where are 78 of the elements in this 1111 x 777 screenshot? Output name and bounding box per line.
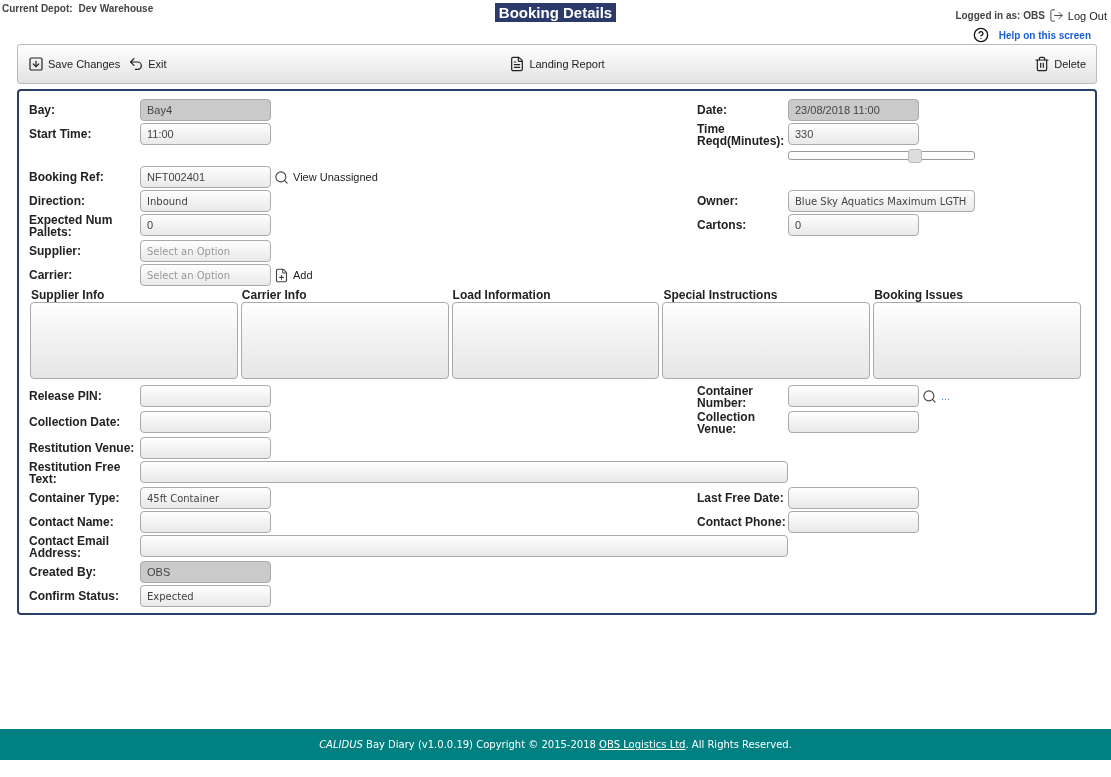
- field-label: Booking Ref:: [29, 169, 105, 186]
- dropdown-field[interactable]: Blue Sky Aquatics Maximum LGTH: [788, 190, 975, 212]
- delete-button[interactable]: Delete: [1034, 56, 1086, 72]
- help-link[interactable]: Help on this screen: [998, 29, 1091, 41]
- search-icon[interactable]: [922, 388, 937, 404]
- input-field[interactable]: 330: [788, 123, 919, 145]
- field-label: Confirm Status:: [29, 588, 120, 605]
- field-label: Container Number:: [697, 385, 754, 409]
- dropdown-field[interactable]: 45ft Container: [140, 487, 271, 509]
- field-label: Date:: [697, 102, 728, 119]
- field-label: Supplier:: [29, 243, 82, 260]
- save-icon: [28, 56, 44, 72]
- field-label: Restitution Venue:: [29, 440, 136, 457]
- info-text-area[interactable]: [240, 302, 449, 379]
- input-field[interactable]: [788, 511, 919, 533]
- info-text-area[interactable]: [873, 302, 1081, 379]
- depot-label: Current Depot:: [2, 3, 73, 16]
- dropdown-field[interactable]: Select an Option: [140, 264, 271, 286]
- field-label: Bay:: [29, 102, 56, 119]
- field-label: Expected Num Pallets:: [29, 214, 114, 238]
- trash-icon: [1034, 56, 1051, 72]
- field-label: Created By:: [29, 564, 98, 581]
- input-field[interactable]: 0: [140, 214, 271, 236]
- field-label: Contact Name:: [29, 514, 115, 531]
- copyright-text: CALIDUS Bay Diary (v1.0.0.19) Copyright © 2015-2018 OBS Logistics Ltd. All Rights Reserved.: [319, 739, 792, 750]
- field-label: Contact Email Address:: [29, 535, 110, 559]
- slider-thumb[interactable]: [907, 149, 922, 163]
- field-label: Restitution Free Text:: [29, 461, 122, 485]
- info-heading: Carrier Info: [240, 288, 308, 302]
- info-heading: Load Information: [451, 288, 552, 302]
- input-field[interactable]: [140, 411, 271, 433]
- field-label: Start Time:: [29, 126, 93, 143]
- info-text-area[interactable]: [451, 302, 660, 379]
- input-field[interactable]: NFT002401: [140, 166, 271, 188]
- field-label: Contact Phone:: [697, 514, 787, 531]
- field-label: Container Type:: [29, 490, 121, 507]
- dropdown-field[interactable]: Select an Option: [140, 240, 271, 262]
- field-label: Collection Venue:: [697, 411, 756, 435]
- dropdown-field[interactable]: Inbound: [140, 190, 271, 212]
- info-heading: Special Instructions: [662, 288, 779, 302]
- depot-name: Dev Warehouse: [78, 3, 154, 16]
- field-label: Time Reqd(Minutes):: [697, 123, 786, 147]
- logged-in-user: Logged in as: OBS: [955, 10, 1045, 21]
- input-field[interactable]: [140, 461, 788, 483]
- exit-button[interactable]: Exit: [128, 56, 167, 72]
- search-icon[interactable]: [274, 169, 289, 185]
- field-label: Release PIN:: [29, 388, 103, 405]
- field-label: Owner:: [697, 193, 740, 210]
- help-icon[interactable]: [972, 27, 989, 43]
- logout-icon[interactable]: [1048, 8, 1064, 23]
- page-title: Booking Details: [494, 3, 617, 22]
- input-field[interactable]: [788, 411, 919, 433]
- field-label: Cartons:: [697, 217, 748, 234]
- search-link[interactable]: View Unassigned: [293, 171, 378, 183]
- save-button[interactable]: Save Changes: [28, 56, 121, 72]
- field-label: Last Free Date:: [697, 490, 785, 507]
- info-text-area[interactable]: [30, 302, 238, 379]
- info-heading: Supplier Info: [30, 288, 106, 302]
- input-field[interactable]: [140, 437, 271, 459]
- input-field[interactable]: 0: [788, 214, 919, 236]
- logout-link[interactable]: Log Out: [1067, 9, 1107, 22]
- dropdown-field[interactable]: Expected: [140, 585, 271, 607]
- field-label: Carrier:: [29, 267, 74, 284]
- document-icon: [509, 56, 526, 72]
- input-field[interactable]: [788, 487, 919, 509]
- input-field[interactable]: [140, 511, 271, 533]
- add-link[interactable]: Add: [293, 269, 313, 281]
- field-label: Direction:: [29, 193, 86, 210]
- undo-arrow-icon: [128, 56, 145, 72]
- info-heading: Booking Issues: [873, 288, 964, 302]
- document-plus-icon[interactable]: [274, 267, 289, 283]
- input-field[interactable]: [788, 385, 919, 407]
- report-button[interactable]: Landing Report: [509, 56, 605, 72]
- field-label: Collection Date:: [29, 414, 122, 431]
- input-field[interactable]: [140, 385, 271, 407]
- info-text-area[interactable]: [662, 302, 871, 379]
- input-field[interactable]: [140, 535, 788, 557]
- input-field[interactable]: 11:00: [140, 123, 271, 145]
